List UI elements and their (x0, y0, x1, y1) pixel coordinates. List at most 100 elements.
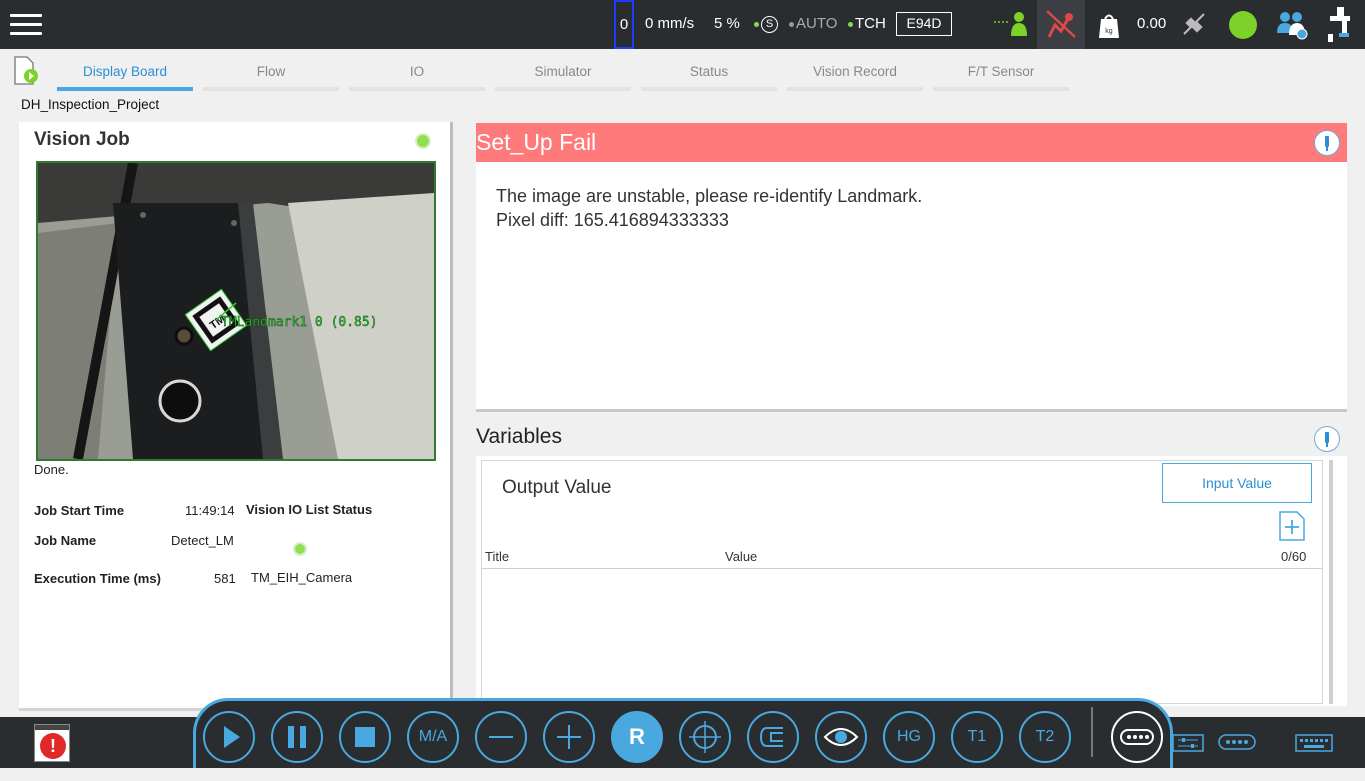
variables-title: Variables (476, 425, 562, 448)
tab-label: Display Board (82, 64, 168, 79)
speed-readout: 0 mm/s (645, 15, 695, 32)
setup-fail-line-1: The image are unstable, please re-identi… (496, 186, 923, 206)
pendant-icon[interactable] (1218, 733, 1256, 751)
keypad-icon (1120, 729, 1154, 745)
user-arrow-icon[interactable] (994, 10, 1028, 38)
tab-simulator[interactable]: Simulator (495, 64, 631, 91)
tab-ft-sensor[interactable]: F/T Sensor (933, 64, 1069, 91)
variables-scrollbar[interactable] (1329, 460, 1333, 704)
job-start-time-value: 11:49:14 (185, 503, 235, 518)
speed-percent[interactable]: 5 % (714, 15, 740, 32)
vision-button[interactable] (815, 711, 867, 763)
tool-point-button[interactable] (679, 711, 731, 763)
t1-button[interactable]: T1 (951, 711, 1003, 763)
mode-label: AUTO (796, 15, 838, 32)
gripper-icon (759, 727, 783, 747)
setup-fail-line-2: Pixel diff: 165.416894333333 (496, 210, 729, 230)
t2-button[interactable]: T2 (1019, 711, 1071, 763)
tab-flow[interactable]: Flow (203, 64, 339, 91)
payload-value[interactable]: 0.00 (1137, 15, 1166, 32)
robot-status-indicator[interactable] (1229, 11, 1257, 39)
camera-view[interactable]: TM TMLandmark1 0 (0.85) (36, 161, 436, 461)
more-controls-button[interactable] (1111, 711, 1163, 763)
alert-zone[interactable] (1037, 0, 1085, 49)
tab-vision-record[interactable]: Vision Record (787, 64, 923, 91)
play-icon (224, 726, 240, 748)
tab-display-board[interactable]: Display Board (57, 64, 193, 91)
controller-settings-icon[interactable] (1172, 731, 1204, 753)
minus-icon (489, 736, 513, 738)
disconnected-plug-icon (1183, 13, 1205, 35)
pause-button[interactable] (271, 711, 323, 763)
camera-name: TM_EIH_Camera (251, 570, 353, 585)
robot-code-badge[interactable]: E94D (896, 12, 952, 36)
camera-image: TM TMLandmark1 0 (0.85) (38, 163, 434, 459)
project-name: DH_Inspection_Project (21, 97, 160, 112)
landmark-overlay-label: TMLandmark1 0 (0.85) (221, 315, 378, 330)
tab-label: F/T Sensor (967, 64, 1035, 79)
tab-label: Flow (256, 64, 286, 79)
status-dot-icon (754, 21, 759, 27)
stop-button[interactable] (339, 711, 391, 763)
variables-pin-icon[interactable] (1314, 426, 1340, 452)
top-status-bar: 0 0 mm/s 5 % S AUTO TCH E94D kg 0.00 (0, 0, 1365, 49)
setup-fail-panel: Set_Up Fail The image are unstable, plea… (476, 123, 1347, 412)
robot-warning-icon (1046, 10, 1076, 38)
input-value-button[interactable]: Input Value (1162, 463, 1312, 503)
execution-time-label: Execution Time (ms) (34, 571, 161, 586)
hand-guide-button[interactable]: HG (883, 711, 935, 763)
tab-status[interactable]: Status (641, 64, 777, 91)
vision-job-title: Vision Job (34, 129, 130, 150)
job-name-value: Detect_LM (171, 533, 234, 548)
setup-fail-message: The image are unstable, please re-identi… (496, 184, 922, 232)
column-header-value: Value (725, 549, 758, 564)
error-log-icon[interactable]: ! (34, 724, 70, 762)
crosshair-icon (689, 721, 721, 753)
pause-icon (288, 726, 306, 748)
vision-io-status-label: Vision IO List Status (246, 502, 373, 517)
menu-icon[interactable] (10, 8, 42, 40)
job-name-label: Job Name (34, 533, 97, 548)
add-variable-icon[interactable] (1278, 511, 1306, 541)
project-counter[interactable]: 0 (614, 0, 634, 49)
stop-icon (355, 727, 375, 747)
variable-count: 0/60 (1281, 549, 1307, 564)
tab-label: Status (689, 64, 729, 79)
gripper-button[interactable] (747, 711, 799, 763)
plus-icon (557, 725, 581, 749)
robot-base-button[interactable]: R (611, 711, 663, 763)
payload-kg-icon: kg (1099, 14, 1119, 38)
setup-fail-title: Set_Up Fail (476, 129, 597, 155)
job-start-time-label: Job Start Time (34, 503, 125, 518)
speed-up-button[interactable] (543, 711, 595, 763)
vision-job-status-led (415, 133, 431, 149)
manual-auto-button[interactable]: M/A (407, 711, 459, 763)
execution-time-value: 581 (214, 571, 236, 586)
variables-list-area: Output Value Input Value Title Value 0/6… (481, 460, 1323, 704)
project-file-icon[interactable] (13, 56, 39, 86)
vision-job-status-text: Done. (34, 462, 69, 477)
pin-icon[interactable] (1314, 130, 1340, 156)
dock-separator (1091, 707, 1093, 757)
speed-down-button[interactable] (475, 711, 527, 763)
svg-text:kg: kg (1105, 28, 1113, 35)
tch-label: TCH (855, 15, 886, 32)
tab-io[interactable]: IO (349, 64, 485, 91)
setup-fail-banner: Set_Up Fail (476, 123, 1347, 162)
tch-indicator: TCH (848, 15, 886, 32)
keyboard-icon[interactable] (1295, 734, 1333, 752)
vision-io-status-led (293, 542, 307, 556)
column-header-title: Title (485, 549, 510, 564)
tab-label: Vision Record (813, 64, 897, 79)
robot-arm-icon[interactable] (1326, 6, 1354, 44)
vision-job-panel: Vision Job TM TMLandmark1 0 (0.85) Done. (19, 122, 453, 711)
users-icon[interactable] (1275, 9, 1309, 41)
s-circle-icon: S (761, 15, 778, 33)
play-button[interactable] (203, 711, 255, 763)
tab-label: IO (409, 64, 425, 79)
eye-icon (823, 728, 859, 746)
header-divider (482, 568, 1322, 569)
mode-indicator: AUTO (789, 15, 837, 32)
output-value-label: Output Value (502, 477, 612, 498)
safety-s-indicator: S (754, 15, 778, 33)
